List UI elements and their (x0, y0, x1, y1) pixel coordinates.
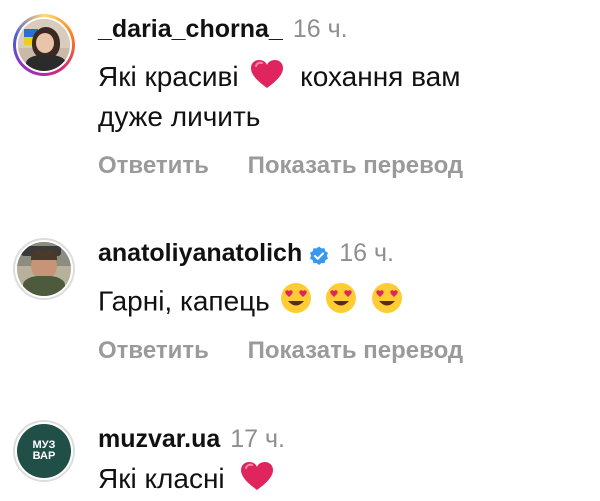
comment-meta: anatoliyanatolich 16 ч. (98, 238, 394, 268)
red-heart-icon (240, 461, 274, 501)
comment-meta: muzvar.ua 17 ч. (98, 424, 285, 454)
username[interactable]: anatoliyanatolich (98, 238, 302, 268)
avatar-photo (17, 242, 71, 296)
comment-text: Які красиві кохання вам (98, 58, 461, 99)
comment-actions: Ответить Показать перевод (98, 152, 463, 180)
verified-badge-icon (309, 243, 329, 265)
username[interactable]: _daria_chorna_ (98, 14, 283, 44)
avatar-photo (18, 19, 70, 71)
heart-eyes-emoji-icon (371, 282, 403, 324)
username[interactable]: muzvar.ua (98, 424, 220, 454)
show-translation-button[interactable]: Показать перевод (248, 337, 464, 364)
timestamp: 16 ч. (339, 239, 394, 267)
show-translation-button[interactable]: Показать перевод (248, 152, 464, 179)
red-heart-icon (250, 59, 284, 99)
avatar[interactable] (13, 238, 75, 300)
timestamp: 17 ч. (230, 425, 286, 453)
comment-text: Гарні, капець (98, 282, 403, 324)
comment-text-part: Які красиві (98, 61, 239, 92)
comment-text-part: кохання вам (300, 61, 461, 92)
comment-text-line: дуже личить (98, 101, 261, 132)
timestamp: 16 ч. (292, 15, 348, 43)
reply-button[interactable]: Ответить (98, 337, 209, 364)
comment-item: anatoliyanatolich 16 ч. Гарні, капець От… (0, 220, 600, 390)
avatar[interactable]: МУЗ ВАР (13, 420, 75, 482)
heart-eyes-emoji-icon (325, 282, 357, 324)
muzvar-logo: МУЗ ВАР (17, 424, 71, 478)
heart-eyes-emoji-icon (280, 282, 312, 324)
comment-item: _daria_chorna_ 16 ч. Які красиві кохання… (0, 0, 600, 200)
comment-item: МУЗ ВАР muzvar.ua 17 ч. Які класні (0, 405, 600, 500)
comment-actions: Ответить Показать перевод (98, 337, 463, 365)
comment-text-part: Гарні, капець (98, 285, 270, 317)
comment-text: Які класні (98, 460, 274, 501)
avatar-logo-text: МУЗ ВАР (32, 439, 56, 462)
avatar[interactable] (13, 14, 75, 76)
comment-text-part: Які класні (98, 463, 225, 494)
comment-meta: _daria_chorna_ 16 ч. (98, 14, 348, 44)
reply-button[interactable]: Ответить (98, 152, 209, 179)
